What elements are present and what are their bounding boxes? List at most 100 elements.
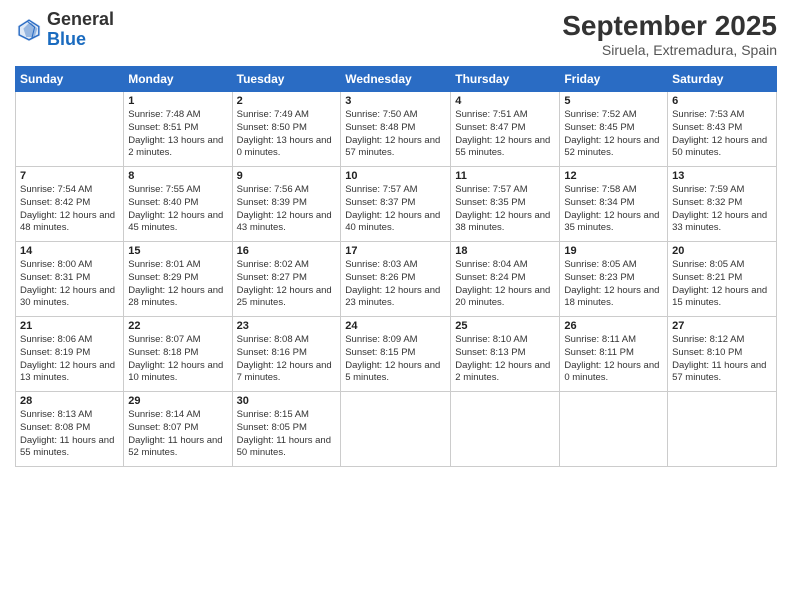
header: General Blue September 2025 Siruela, Ext…: [15, 10, 777, 58]
calendar-cell: 27 Sunrise: 8:12 AMSunset: 8:10 PMDayligh…: [668, 317, 777, 392]
calendar-cell: 11 Sunrise: 7:57 AMSunset: 8:35 PMDayligh…: [451, 167, 560, 242]
calendar-cell: 18Sunrise: 8:04 AMSunset: 8:24 PMDayligh…: [451, 242, 560, 317]
day-number: 28: [20, 395, 119, 407]
day-number: 10: [345, 170, 446, 182]
day-number: 24: [345, 320, 446, 332]
day-info: Sunrise: 8:15 AMSunset: 8:05 PMDaylight:…: [237, 409, 337, 460]
day-number: 29: [128, 395, 227, 407]
day-info: Sunrise: 7:51 AMSunset: 8:47 PMDaylight:…: [455, 109, 555, 160]
title-block: September 2025 Siruela, Extremadura, Spa…: [562, 10, 777, 58]
day-number: 21: [20, 320, 119, 332]
day-info: Sunrise: 7:50 AMSunset: 8:48 PMDaylight:…: [345, 109, 446, 160]
day-info: Sunrise: 7:55 AMSunset: 8:40 PMDaylight:…: [128, 184, 227, 235]
calendar-week-row: 1 Sunrise: 7:48 AMSunset: 8:51 PMDaylight…: [16, 92, 777, 167]
calendar-week-row: 28 Sunrise: 8:13 AMSunset: 8:08 PMDayligh…: [16, 392, 777, 467]
day-number: 23: [237, 320, 337, 332]
calendar-cell: 21 Sunrise: 8:06 AMSunset: 8:19 PMDayligh…: [16, 317, 124, 392]
calendar-cell: 25Sunrise: 8:10 AMSunset: 8:13 PMDayligh…: [451, 317, 560, 392]
day-number: 19: [564, 245, 663, 257]
day-info: Sunrise: 8:11 AMSunset: 8:11 PMDaylight:…: [564, 334, 663, 385]
day-number: 2: [237, 95, 337, 107]
calendar-cell: 28 Sunrise: 8:13 AMSunset: 8:08 PMDayligh…: [16, 392, 124, 467]
page-container: General Blue September 2025 Siruela, Ext…: [0, 0, 792, 477]
weekday-header: Thursday: [451, 67, 560, 92]
weekday-header: Monday: [124, 67, 232, 92]
day-info: Sunrise: 7:48 AMSunset: 8:51 PMDaylight:…: [128, 109, 227, 160]
day-info: Sunrise: 8:03 AMSunset: 8:26 PMDaylight:…: [345, 259, 446, 310]
day-info: Sunrise: 8:04 AMSunset: 8:24 PMDaylight:…: [455, 259, 555, 310]
calendar-cell: 3Sunrise: 7:50 AMSunset: 8:48 PMDaylight…: [341, 92, 451, 167]
day-info: Sunrise: 7:53 AMSunset: 8:43 PMDaylight:…: [672, 109, 772, 160]
day-number: 5: [564, 95, 663, 107]
calendar-table: SundayMondayTuesdayWednesdayThursdayFrid…: [15, 66, 777, 467]
weekday-header: Friday: [560, 67, 668, 92]
calendar-cell: 9Sunrise: 7:56 AMSunset: 8:39 PMDaylight…: [232, 167, 341, 242]
day-info: Sunrise: 7:56 AMSunset: 8:39 PMDaylight:…: [237, 184, 337, 235]
day-info: Sunrise: 8:08 AMSunset: 8:16 PMDaylight:…: [237, 334, 337, 385]
calendar-cell: 5 Sunrise: 7:52 AMSunset: 8:45 PMDaylight…: [560, 92, 668, 167]
day-number: 1: [128, 95, 227, 107]
day-number: 26: [564, 320, 663, 332]
calendar-cell: 15 Sunrise: 8:01 AMSunset: 8:29 PMDayligh…: [124, 242, 232, 317]
day-info: Sunrise: 8:00 AMSunset: 8:31 PMDaylight:…: [20, 259, 119, 310]
day-number: 11: [455, 170, 555, 182]
day-info: Sunrise: 8:05 AMSunset: 8:21 PMDaylight:…: [672, 259, 772, 310]
day-info: Sunrise: 8:01 AMSunset: 8:29 PMDaylight:…: [128, 259, 227, 310]
day-number: 27: [672, 320, 772, 332]
calendar-cell: 7 Sunrise: 7:54 AMSunset: 8:42 PMDaylight…: [16, 167, 124, 242]
day-number: 14: [20, 245, 119, 257]
day-info: Sunrise: 7:52 AMSunset: 8:45 PMDaylight:…: [564, 109, 663, 160]
logo-text: General Blue: [47, 10, 114, 50]
day-info: Sunrise: 8:06 AMSunset: 8:19 PMDaylight:…: [20, 334, 119, 385]
calendar-cell: 1 Sunrise: 7:48 AMSunset: 8:51 PMDaylight…: [124, 92, 232, 167]
calendar-cell: 23 Sunrise: 8:08 AMSunset: 8:16 PMDayligh…: [232, 317, 341, 392]
weekday-header: Sunday: [16, 67, 124, 92]
logo: General Blue: [15, 10, 114, 50]
day-number: 15: [128, 245, 227, 257]
calendar-cell: [451, 392, 560, 467]
calendar-cell: 6Sunrise: 7:53 AMSunset: 8:43 PMDaylight…: [668, 92, 777, 167]
calendar-cell: 22Sunrise: 8:07 AMSunset: 8:18 PMDayligh…: [124, 317, 232, 392]
location: Siruela, Extremadura, Spain: [562, 42, 777, 58]
calendar-cell: 8 Sunrise: 7:55 AMSunset: 8:40 PMDaylight…: [124, 167, 232, 242]
header-row: SundayMondayTuesdayWednesdayThursdayFrid…: [16, 67, 777, 92]
day-info: Sunrise: 7:59 AMSunset: 8:32 PMDaylight:…: [672, 184, 772, 235]
logo-icon: [15, 16, 43, 44]
calendar-cell: [668, 392, 777, 467]
calendar-cell: 29 Sunrise: 8:14 AMSunset: 8:07 PMDayligh…: [124, 392, 232, 467]
calendar-cell: 14 Sunrise: 8:00 AMSunset: 8:31 PMDayligh…: [16, 242, 124, 317]
day-info: Sunrise: 8:14 AMSunset: 8:07 PMDaylight:…: [128, 409, 227, 460]
day-info: Sunrise: 8:10 AMSunset: 8:13 PMDaylight:…: [455, 334, 555, 385]
day-number: 8: [128, 170, 227, 182]
calendar-week-row: 14 Sunrise: 8:00 AMSunset: 8:31 PMDayligh…: [16, 242, 777, 317]
day-info: Sunrise: 8:02 AMSunset: 8:27 PMDaylight:…: [237, 259, 337, 310]
day-info: Sunrise: 7:54 AMSunset: 8:42 PMDaylight:…: [20, 184, 119, 235]
day-number: 4: [455, 95, 555, 107]
calendar-cell: 10 Sunrise: 7:57 AMSunset: 8:37 PMDayligh…: [341, 167, 451, 242]
month-title: September 2025: [562, 10, 777, 42]
day-number: 7: [20, 170, 119, 182]
calendar-cell: 2 Sunrise: 7:49 AMSunset: 8:50 PMDaylight…: [232, 92, 341, 167]
day-info: Sunrise: 7:57 AMSunset: 8:37 PMDaylight:…: [345, 184, 446, 235]
calendar-cell: [341, 392, 451, 467]
day-info: Sunrise: 8:13 AMSunset: 8:08 PMDaylight:…: [20, 409, 119, 460]
weekday-header: Wednesday: [341, 67, 451, 92]
day-info: Sunrise: 7:57 AMSunset: 8:35 PMDaylight:…: [455, 184, 555, 235]
calendar-week-row: 21 Sunrise: 8:06 AMSunset: 8:19 PMDayligh…: [16, 317, 777, 392]
calendar-cell: 30Sunrise: 8:15 AMSunset: 8:05 PMDayligh…: [232, 392, 341, 467]
calendar-cell: 12 Sunrise: 7:58 AMSunset: 8:34 PMDayligh…: [560, 167, 668, 242]
day-info: Sunrise: 7:58 AMSunset: 8:34 PMDaylight:…: [564, 184, 663, 235]
day-number: 12: [564, 170, 663, 182]
day-info: Sunrise: 8:07 AMSunset: 8:18 PMDaylight:…: [128, 334, 227, 385]
calendar-cell: 13 Sunrise: 7:59 AMSunset: 8:32 PMDayligh…: [668, 167, 777, 242]
day-info: Sunrise: 8:12 AMSunset: 8:10 PMDaylight:…: [672, 334, 772, 385]
weekday-header: Saturday: [668, 67, 777, 92]
day-number: 16: [237, 245, 337, 257]
day-number: 20: [672, 245, 772, 257]
day-info: Sunrise: 7:49 AMSunset: 8:50 PMDaylight:…: [237, 109, 337, 160]
calendar-cell: [560, 392, 668, 467]
day-number: 13: [672, 170, 772, 182]
calendar-cell: 20 Sunrise: 8:05 AMSunset: 8:21 PMDayligh…: [668, 242, 777, 317]
calendar-cell: 17Sunrise: 8:03 AMSunset: 8:26 PMDayligh…: [341, 242, 451, 317]
calendar-cell: 19Sunrise: 8:05 AMSunset: 8:23 PMDayligh…: [560, 242, 668, 317]
